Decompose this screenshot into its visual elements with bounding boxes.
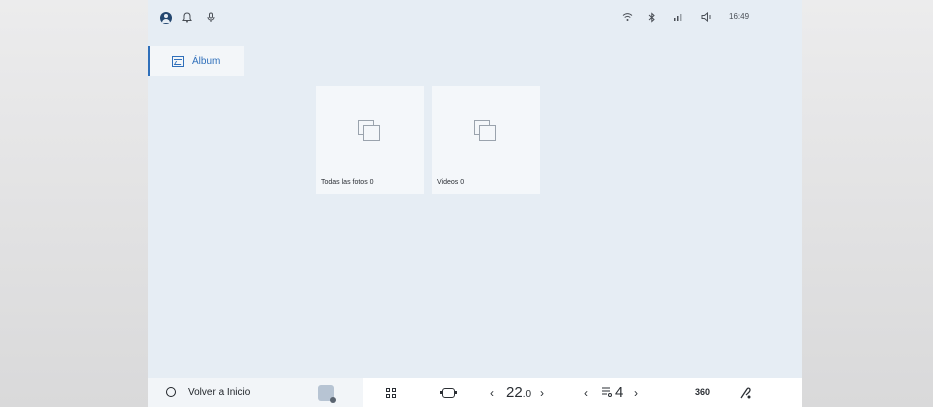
apps-grid-icon[interactable] bbox=[386, 388, 397, 399]
album-card-label: Todas las fotos 0 bbox=[321, 179, 374, 186]
home-button-label[interactable]: Volver a Inicio bbox=[188, 387, 250, 398]
left-temp-down-icon[interactable]: ‹ bbox=[490, 386, 494, 400]
left-temp-up-icon[interactable]: › bbox=[540, 386, 544, 400]
fan-icon bbox=[600, 385, 612, 401]
album-app-screen: 16:49 Álbum Todas las fotos 0 Videos 0 V… bbox=[148, 0, 802, 407]
fan-up-icon[interactable]: › bbox=[634, 386, 638, 400]
bluetooth-icon[interactable] bbox=[648, 12, 656, 23]
tab-album-label: Álbum bbox=[192, 55, 221, 67]
left-background bbox=[0, 0, 148, 407]
album-card-label: Videos 0 bbox=[437, 179, 465, 186]
tab-album[interactable]: Álbum bbox=[148, 46, 244, 76]
fan-level: 4 bbox=[615, 384, 624, 401]
signal-icon[interactable] bbox=[672, 12, 684, 22]
status-bar: 16:49 bbox=[148, 0, 802, 36]
album-card-all-photos[interactable]: Todas las fotos 0 bbox=[316, 86, 424, 194]
microphone-icon[interactable] bbox=[206, 12, 216, 23]
wifi-icon[interactable] bbox=[622, 12, 633, 22]
bell-icon[interactable] bbox=[182, 12, 192, 23]
clock: 16:49 bbox=[729, 12, 750, 21]
home-circle-icon[interactable] bbox=[166, 387, 176, 397]
album-stack-icon bbox=[474, 120, 496, 142]
wiper-icon[interactable] bbox=[739, 386, 753, 402]
left-temperature-value: 22 bbox=[506, 384, 523, 401]
camera-360-button[interactable]: 360 bbox=[695, 387, 710, 397]
bottom-dock: Volver a Inicio ‹ 22.0 › ‹ 4 › 360 bbox=[148, 378, 802, 407]
album-card-videos[interactable]: Videos 0 bbox=[432, 86, 540, 194]
left-temperature-unit: .0 bbox=[522, 389, 532, 400]
left-temperature: 22.0 bbox=[506, 384, 531, 401]
volume-icon[interactable] bbox=[701, 12, 714, 22]
fan-down-icon[interactable]: ‹ bbox=[584, 386, 588, 400]
right-background bbox=[802, 0, 933, 407]
album-stack-icon bbox=[358, 120, 380, 142]
album-icon bbox=[172, 55, 184, 67]
car-icon[interactable] bbox=[440, 388, 457, 398]
dock-home-area: Volver a Inicio bbox=[148, 378, 363, 407]
running-app-thumbnail[interactable] bbox=[318, 385, 336, 403]
profile-avatar[interactable] bbox=[160, 12, 172, 24]
